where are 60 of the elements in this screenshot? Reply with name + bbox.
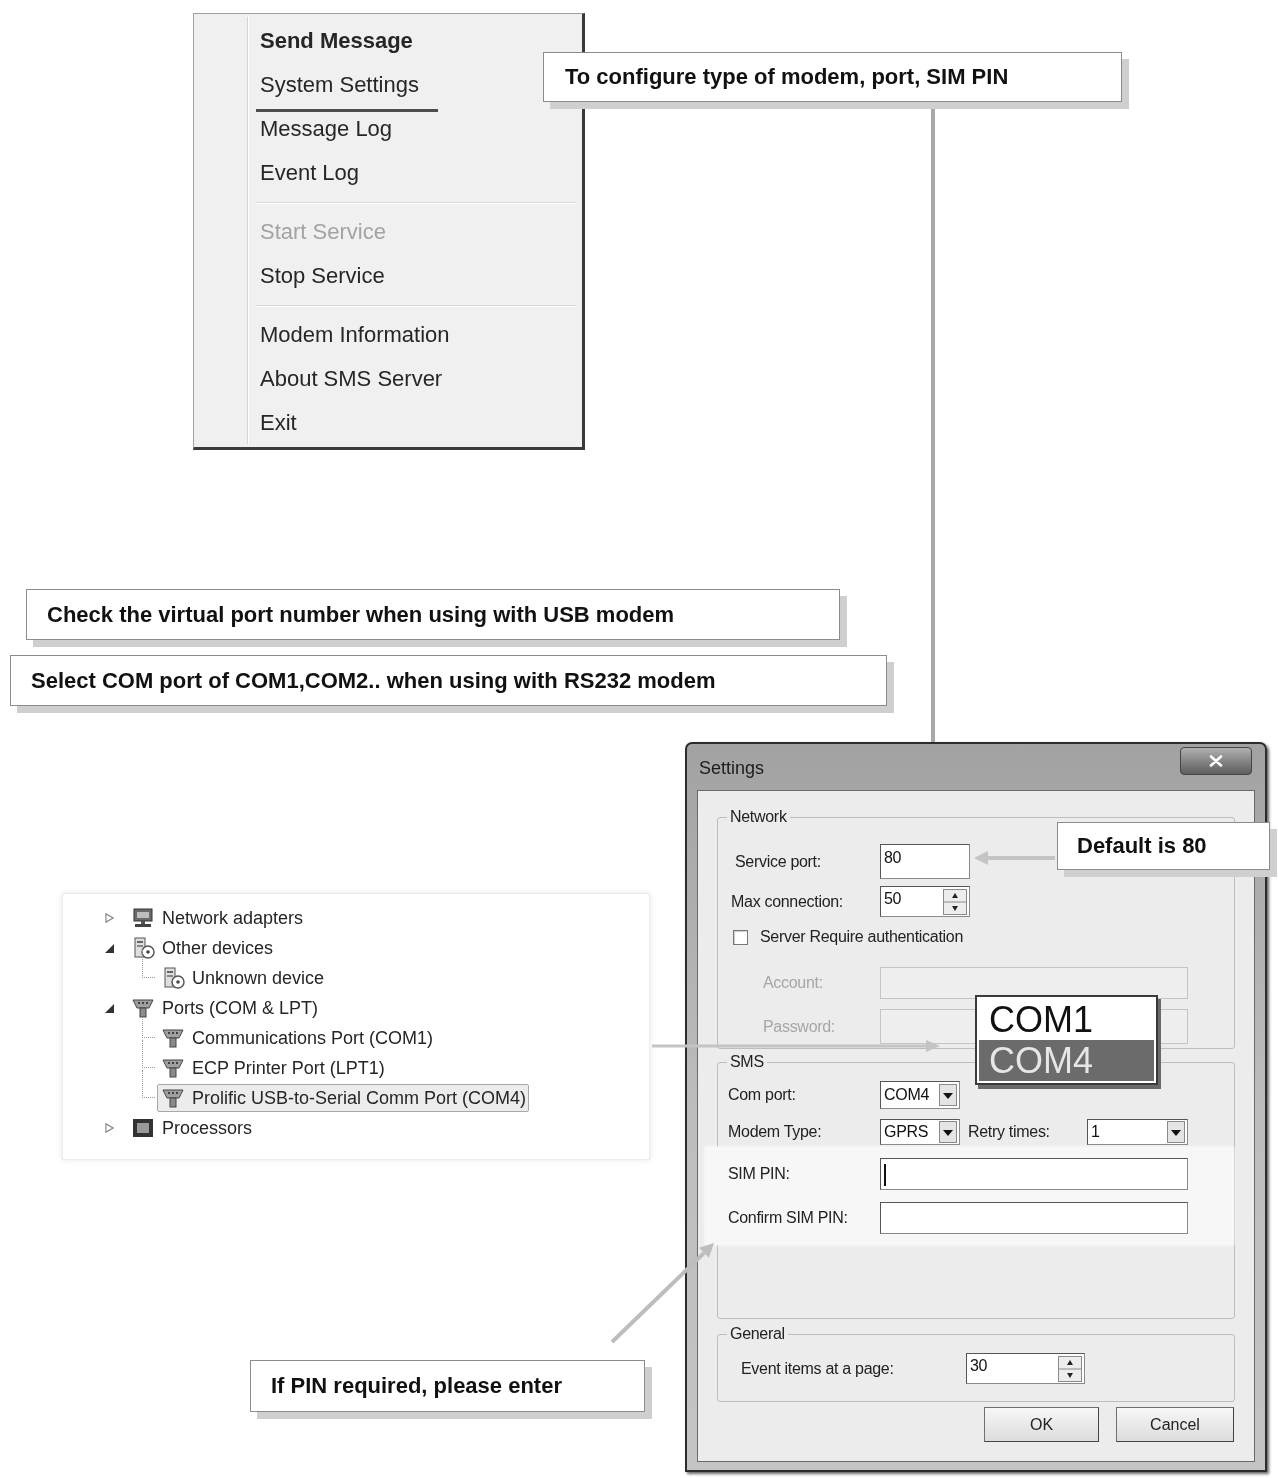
dialog-title: Settings (698, 757, 765, 779)
max-connection-field[interactable]: 50 (880, 886, 970, 917)
close-icon (1209, 755, 1223, 767)
tree-item[interactable]: Network adapters (127, 904, 307, 932)
group-label: Network (729, 807, 788, 827)
tree-item[interactable]: Unknown device (157, 964, 328, 992)
field-label: Account: (762, 973, 824, 993)
field-label: Password: (762, 1016, 836, 1037)
confirm-sim-pin-field[interactable] (880, 1202, 1188, 1234)
checkbox[interactable] (733, 929, 748, 945)
tree-item[interactable]: Prolific USB-to-Serial Comm Port (COM4) (157, 1084, 530, 1112)
menu-item[interactable]: Exit (194, 401, 534, 445)
field-label: Modem Type: (727, 1122, 823, 1142)
port-connector-icon (160, 1026, 186, 1050)
group-label: General (729, 1324, 786, 1344)
spin-arrows-icon[interactable] (943, 889, 967, 915)
tree-item[interactable]: Communications Port (COM1) (157, 1024, 437, 1052)
caret-icon[interactable] (939, 1121, 957, 1143)
field-label: Com port: (727, 1085, 797, 1105)
menu-item[interactable]: Send Message (194, 19, 534, 63)
processor-chip-icon (130, 1116, 156, 1140)
field-label: SIM PIN: (727, 1164, 791, 1184)
tree-item[interactable]: ECP Printer Port (LPT1) (157, 1054, 388, 1082)
event-items-field[interactable]: 30 (966, 1353, 1085, 1384)
dialog-button[interactable]: Cancel (1116, 1407, 1234, 1442)
expanded-triangle-icon[interactable] (105, 1003, 114, 1013)
collapsed-triangle-icon[interactable] (105, 913, 114, 923)
dropdown-option[interactable]: COM4 (979, 1040, 1154, 1081)
network-card-icon (130, 906, 156, 930)
tree-item[interactable]: Ports (COM & LPT) (127, 994, 321, 1022)
modem-type-dropdown[interactable]: GPRS (880, 1119, 960, 1145)
field-label: Server Require authentication (760, 927, 963, 947)
collapsed-triangle-icon[interactable] (105, 1123, 114, 1133)
menu-item[interactable]: Event Log (194, 151, 534, 195)
close-button[interactable] (1180, 747, 1252, 775)
port-connector-icon (160, 1086, 186, 1110)
tree-item[interactable]: Processors (127, 1114, 256, 1142)
sim-pin-field[interactable] (880, 1158, 1188, 1190)
com-port-dropdown[interactable]: COM4 (880, 1081, 960, 1109)
menu-item[interactable]: About SMS Server (194, 357, 534, 401)
service-port-field[interactable]: 80 (880, 844, 970, 879)
text-cursor-icon (884, 1164, 886, 1186)
field-label: Retry times: (968, 1122, 1051, 1142)
field-label: Event items at a page: (740, 1358, 895, 1379)
field-label: Confirm SIM PIN: (727, 1208, 849, 1228)
dialog-button[interactable]: OK (984, 1407, 1099, 1442)
menu-item[interactable]: Message Log (194, 107, 534, 151)
tree-item[interactable]: Other devices (127, 934, 277, 962)
group-label: SMS (729, 1052, 765, 1072)
port-connector-icon (160, 1056, 186, 1080)
menu-item[interactable]: Modem Information (194, 313, 534, 357)
menu-item[interactable]: System Settings (194, 63, 534, 107)
field-label: Service port: (734, 851, 822, 872)
caret-icon[interactable] (939, 1084, 957, 1106)
expanded-triangle-icon[interactable] (105, 943, 114, 953)
retry-times-dropdown[interactable]: 1 (1087, 1119, 1188, 1145)
spin-arrows-icon[interactable] (1058, 1356, 1082, 1382)
field-label: Max connection: (730, 891, 844, 912)
menu-item[interactable]: Stop Service (194, 254, 534, 298)
caret-icon[interactable] (1167, 1121, 1185, 1143)
